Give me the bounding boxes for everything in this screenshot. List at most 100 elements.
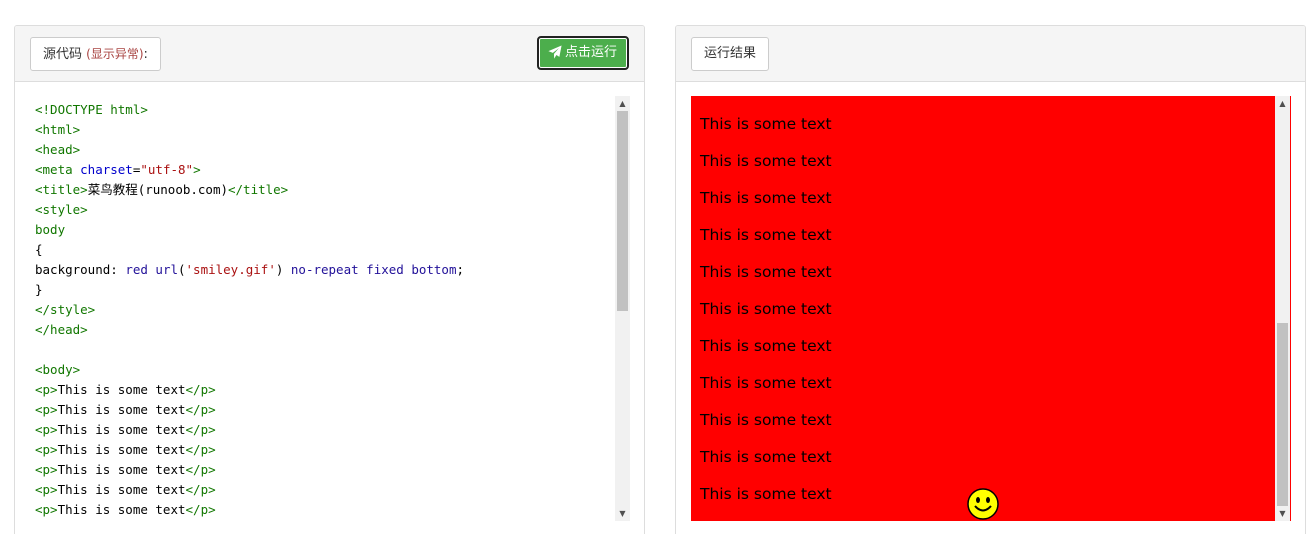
code-token: This is some text <box>57 402 186 417</box>
code-token: This is some text <box>57 422 186 437</box>
code-token: </p> <box>185 462 216 477</box>
code-token: </title> <box>228 182 289 197</box>
code-lines[interactable]: <!DOCTYPE html> <html> <head> <meta charset… <box>30 96 630 520</box>
code-token: <style> <box>35 202 88 217</box>
code-token: </head> <box>35 322 88 337</box>
code-line[interactable]: <title>菜鸟教程(runoob.com)</title> <box>35 180 630 200</box>
code-token: <meta <box>35 162 81 177</box>
scroll-up-arrow-icon[interactable]: ▲ <box>615 96 630 111</box>
code-token: <!DOCTYPE html> <box>35 102 148 117</box>
result-paragraph: This is some text <box>700 263 832 281</box>
result-paragraph: This is some text <box>700 189 832 207</box>
code-line[interactable]: <p>This is some text</p> <box>35 400 630 420</box>
source-code-label: 源代码 <box>43 47 83 62</box>
code-token: { <box>35 242 43 257</box>
code-token: <p> <box>35 422 58 437</box>
code-token: </p> <box>185 402 216 417</box>
code-token: background: <box>35 262 126 277</box>
code-token: This is some text <box>57 482 186 497</box>
code-token: <p> <box>35 482 58 497</box>
result-scroll-thumb[interactable] <box>1277 323 1288 506</box>
code-line[interactable]: <p>This is some text</p> <box>35 380 630 400</box>
code-token: <body> <box>35 362 81 377</box>
paper-plane-icon <box>548 45 562 59</box>
code-token: This is some text <box>57 442 186 457</box>
result-header: 运行结果 <box>676 26 1305 82</box>
code-line[interactable]: <!DOCTYPE html> <box>35 100 630 120</box>
code-token: This is some text <box>57 382 186 397</box>
code-line[interactable]: <meta charset="utf-8"> <box>35 160 630 180</box>
result-label-box: 运行结果 <box>691 37 770 71</box>
code-line[interactable]: <html> <box>35 120 630 140</box>
code-token: ) <box>275 262 291 277</box>
result-paragraph: This is some text <box>700 411 832 429</box>
code-token: </p> <box>185 382 216 397</box>
code-line[interactable] <box>35 340 630 360</box>
code-line[interactable]: <p>This is some text</p> <box>35 460 630 480</box>
display-issue-link[interactable]: (显示异常) <box>86 47 143 61</box>
code-line[interactable]: <p>This is some text</p> <box>35 440 630 460</box>
code-token: <title> <box>35 182 88 197</box>
code-token: <html> <box>35 122 81 137</box>
result-scrollbar[interactable]: ▲ ▼ <box>1275 96 1290 521</box>
code-token: <p> <box>35 442 58 457</box>
code-token: This is some text <box>57 462 186 477</box>
code-line[interactable]: <p>This is some text</p> <box>35 500 630 520</box>
code-editor[interactable]: <!DOCTYPE html> <html> <head> <meta charset… <box>30 96 630 521</box>
code-line[interactable]: </style> <box>35 300 630 320</box>
code-token: </p> <box>185 502 216 517</box>
code-token: red url <box>125 262 178 277</box>
source-code-panel: 源代码 (显示异常): 点击运行 <!DOCTYPE html> <html> <h… <box>14 25 645 534</box>
result-paragraph: This is some text <box>700 337 832 355</box>
smiley-icon <box>967 488 999 520</box>
result-paragraph: This is some text <box>700 448 832 466</box>
code-token: } <box>35 282 43 297</box>
code-token: 'smiley.gif' <box>185 262 276 277</box>
code-token: <head> <box>35 142 81 157</box>
result-label: 运行结果 <box>704 46 757 61</box>
code-editor-scroll-thumb[interactable] <box>617 111 628 311</box>
result-paragraph: This is some text <box>700 226 832 244</box>
code-token: <p> <box>35 502 58 517</box>
scroll-down-arrow-icon[interactable]: ▼ <box>1275 506 1290 521</box>
code-token: </style> <box>35 302 96 317</box>
result-paragraph: This is some text <box>700 374 832 392</box>
code-line[interactable]: <p>This is some text</p> <box>35 420 630 440</box>
result-paragraph: This is some text <box>700 300 832 318</box>
run-button[interactable]: 点击运行 <box>536 36 629 70</box>
result-panel: 运行结果 This is some text This is some text T… <box>675 25 1306 534</box>
source-code-label-suffix: : <box>143 47 148 62</box>
code-token: ( <box>178 262 186 277</box>
code-token: This is some text <box>57 502 186 517</box>
code-line[interactable]: background: red url('smiley.gif') no-rep… <box>35 260 630 280</box>
code-token: <p> <box>35 462 58 477</box>
code-token: "utf-8" <box>140 162 194 177</box>
code-line[interactable]: </head> <box>35 320 630 340</box>
code-line[interactable]: { <box>35 240 630 260</box>
code-token: charset <box>80 162 133 177</box>
code-line[interactable]: } <box>35 280 630 300</box>
code-token: <p> <box>35 382 58 397</box>
source-code-label-box: 源代码 (显示异常): <box>30 37 161 71</box>
code-line[interactable]: <head> <box>35 140 630 160</box>
code-token: no-repeat fixed bottom <box>290 262 457 277</box>
code-token: ; <box>456 262 465 277</box>
code-line[interactable]: <p>This is some text</p> <box>35 480 630 500</box>
scroll-down-arrow-icon[interactable]: ▼ <box>615 506 630 521</box>
code-token: body <box>35 222 66 237</box>
code-token: > <box>193 162 201 177</box>
scroll-up-arrow-icon[interactable]: ▲ <box>1275 96 1290 111</box>
code-token: </p> <box>185 422 216 437</box>
source-code-header: 源代码 (显示异常): 点击运行 <box>15 26 644 82</box>
code-token: </p> <box>185 442 216 457</box>
code-line[interactable]: body <box>35 220 630 240</box>
result-paragraph: This is some text <box>700 152 832 170</box>
code-token: 菜鸟教程(runoob.com) <box>87 182 228 197</box>
code-editor-scrollbar[interactable]: ▲ ▼ <box>615 96 630 521</box>
code-token: <p> <box>35 402 58 417</box>
result-paragraph: This is some text <box>700 115 832 133</box>
code-line[interactable]: <body> <box>35 360 630 380</box>
result-frame[interactable]: This is some text This is some text This i… <box>691 96 1291 521</box>
code-token: </p> <box>185 482 216 497</box>
code-line[interactable]: <style> <box>35 200 630 220</box>
